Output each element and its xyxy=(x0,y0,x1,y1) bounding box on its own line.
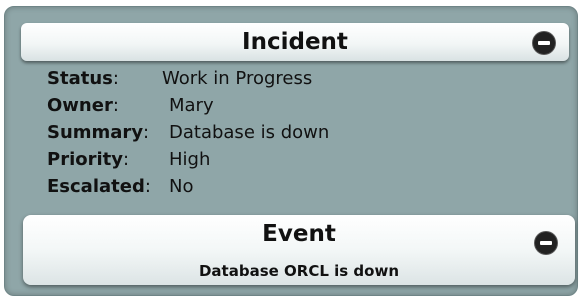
event-card[interactable]: Event Database ORCL is down xyxy=(23,215,575,285)
summary-colon: : xyxy=(143,122,150,143)
event-description: Database ORCL is down xyxy=(198,262,399,280)
detail-row-owner: Owner: Mary xyxy=(47,94,214,118)
summary-value: Database is down xyxy=(169,122,330,143)
owner-value: Mary xyxy=(169,95,214,116)
priority-label: Priority xyxy=(47,149,123,170)
incident-title: Incident xyxy=(242,29,348,55)
owner-label: Owner xyxy=(47,95,113,116)
status-colon: : xyxy=(112,68,119,89)
summary-label: Summary xyxy=(47,122,144,143)
escalated-label: Escalated xyxy=(47,176,145,197)
minus-circle-icon[interactable] xyxy=(535,232,557,254)
detail-row-escalated: Escalated: No xyxy=(47,175,193,199)
owner-colon: : xyxy=(112,95,119,116)
detail-row-status: Status: Work in Progress xyxy=(47,67,312,91)
priority-colon: : xyxy=(123,149,130,170)
event-title: Event xyxy=(262,221,336,247)
minus-circle-icon[interactable] xyxy=(533,32,555,54)
incident-panel: Incident Status: Work in Progress Owner:… xyxy=(4,6,578,296)
status-value: Work in Progress xyxy=(162,68,313,89)
escalated-value: No xyxy=(169,176,194,197)
priority-value: High xyxy=(169,149,211,170)
detail-row-summary: Summary: Database is down xyxy=(47,121,329,145)
incident-header[interactable]: Incident xyxy=(21,23,569,61)
status-label: Status xyxy=(47,68,113,89)
escalated-colon: : xyxy=(144,176,151,197)
detail-row-priority: Priority: High xyxy=(47,148,210,172)
